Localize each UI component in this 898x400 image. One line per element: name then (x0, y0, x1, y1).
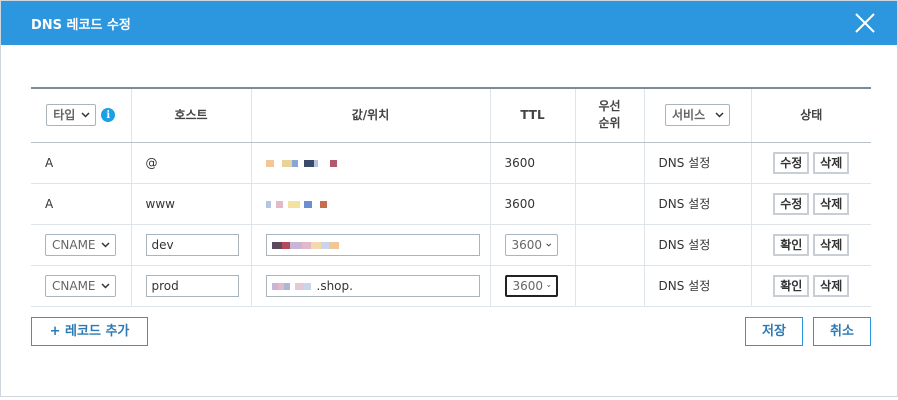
close-icon[interactable] (853, 11, 877, 35)
ttl-value: 3600 (511, 237, 543, 252)
record-ttl-cell: 3600 (490, 224, 576, 266)
table-row: A www 3600 DNS 설정 수정 삭제 (31, 183, 871, 225)
record-priority (575, 183, 645, 225)
record-host: @ (131, 142, 252, 184)
dialog-title: DNS 레코드 수정 (31, 18, 131, 33)
chevron-down-icon (546, 242, 552, 247)
record-host: www (131, 183, 252, 225)
delete-button[interactable]: 삭제 (813, 274, 850, 297)
confirm-button[interactable]: 확인 (773, 274, 810, 297)
record-type-cell: CNAME (31, 224, 132, 266)
record-type-select[interactable]: CNAME (45, 233, 116, 256)
record-host-cell: dev (131, 224, 252, 266)
host-input[interactable]: dev (145, 233, 239, 256)
record-service: DNS 설정 (644, 183, 752, 225)
service-filter-value: 서비스 (672, 107, 706, 122)
priority-header: 우선 순위 (575, 87, 645, 143)
host-input[interactable]: prod (145, 274, 239, 297)
dns-record-table: 타입 i 호스트 값/위치 TTL 우선 순위 서비스 상태 A @ 3600 … (31, 87, 871, 307)
save-button[interactable]: 저장 (745, 317, 803, 346)
record-ttl: 3600 (490, 142, 576, 184)
record-ttl-cell: 3600 (490, 265, 576, 307)
record-value-redacted (251, 183, 491, 225)
service-filter-select[interactable]: 서비스 (665, 104, 730, 127)
value-header: 값/위치 (251, 87, 491, 143)
record-actions: 확인 삭제 (751, 224, 871, 266)
ttl-header: TTL (490, 87, 576, 143)
delete-button[interactable]: 삭제 (813, 233, 850, 256)
table-row: A @ 3600 DNS 설정 수정 삭제 (31, 142, 871, 184)
record-actions: 확인 삭제 (751, 265, 871, 307)
priority-header-line1: 우선 (598, 99, 621, 114)
chevron-down-icon (547, 284, 551, 287)
confirm-button[interactable]: 확인 (773, 233, 810, 256)
status-header: 상태 (751, 87, 871, 143)
chevron-down-icon (101, 241, 110, 248)
record-type-value: CNAME (52, 278, 96, 293)
ttl-select-focused[interactable]: 3600 (504, 274, 558, 297)
edit-button[interactable]: 수정 (773, 192, 810, 215)
record-type: A (31, 183, 132, 225)
cancel-button[interactable]: 취소 (813, 317, 871, 346)
value-input[interactable] (265, 233, 480, 256)
table-header-row: 타입 i 호스트 값/위치 TTL 우선 순위 서비스 상태 (31, 87, 871, 143)
type-filter-value: 타입 (53, 107, 76, 122)
service-header: 서비스 (644, 87, 752, 143)
table-row: CNAME prod .shop. 3600 DNS 설정 확인 삭제 (31, 265, 871, 307)
value-suffix: .shop. (316, 278, 353, 293)
record-value-redacted (251, 142, 491, 184)
record-ttl: 3600 (490, 183, 576, 225)
priority-header-line2: 순위 (598, 116, 621, 131)
dns-record-dialog: DNS 레코드 수정 타입 i 호스트 값/위치 TTL 우선 순위 서비스 상… (0, 0, 898, 397)
record-priority (575, 265, 645, 307)
record-type-value: CNAME (52, 237, 96, 252)
record-type-cell: CNAME (31, 265, 132, 307)
record-service: DNS 설정 (644, 142, 752, 184)
ttl-value: 3600 (512, 278, 544, 293)
record-actions: 수정 삭제 (751, 142, 871, 184)
delete-button[interactable]: 삭제 (813, 192, 850, 215)
host-header: 호스트 (131, 87, 252, 143)
chevron-down-icon (101, 282, 110, 289)
delete-button[interactable]: 삭제 (813, 151, 850, 174)
info-icon[interactable]: i (101, 108, 116, 123)
ttl-select[interactable]: 3600 (504, 233, 558, 256)
record-priority (575, 142, 645, 184)
chevron-down-icon (715, 112, 724, 118)
type-filter-select[interactable]: 타입 (46, 104, 97, 127)
record-value-cell: .shop. (251, 265, 491, 307)
record-priority (575, 224, 645, 266)
value-input[interactable]: .shop. (265, 274, 480, 297)
record-service: DNS 설정 (644, 224, 752, 266)
record-value-cell (251, 224, 491, 266)
add-record-button[interactable]: + 레코드 추가 (31, 317, 148, 346)
type-header: 타입 i (31, 87, 132, 143)
record-host-cell: prod (131, 265, 252, 307)
record-service: DNS 설정 (644, 265, 752, 307)
table-row: CNAME dev 3600 DNS 설정 확인 삭제 (31, 224, 871, 266)
chevron-down-icon (81, 112, 90, 118)
record-type: A (31, 142, 132, 184)
record-type-select[interactable]: CNAME (45, 274, 116, 297)
record-actions: 수정 삭제 (751, 183, 871, 225)
edit-button[interactable]: 수정 (773, 151, 810, 174)
dialog-titlebar: DNS 레코드 수정 (1, 1, 897, 45)
